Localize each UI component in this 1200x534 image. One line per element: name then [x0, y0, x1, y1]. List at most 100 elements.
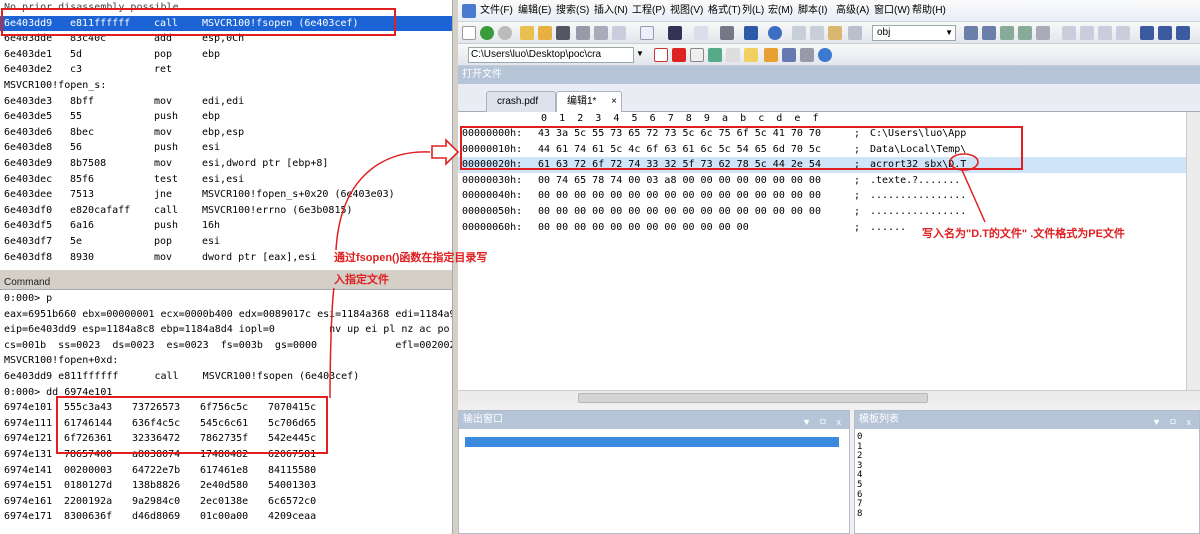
- chevron-down-icon[interactable]: ▼: [636, 49, 644, 58]
- columns-icon[interactable]: [694, 26, 708, 40]
- menu-item[interactable]: 视图(V): [670, 0, 703, 22]
- menu-bar: 文件(F) 编辑(E) 搜索(S) 插入(N) 工程(P) 视图(V) 格式(T) 列(L) 宏…: [458, 0, 1200, 22]
- menu-item[interactable]: 搜索(S): [556, 0, 589, 22]
- operands: MSVCR100!errno (6e3b0815): [202, 204, 353, 216]
- browser-icon[interactable]: [818, 48, 832, 62]
- disasm-label[interactable]: MSVCR100!fopen_s:: [0, 78, 452, 94]
- disasm-row[interactable]: 6e403de5 55 push ebp: [0, 109, 452, 125]
- menu-item[interactable]: 工程(P): [632, 0, 665, 22]
- menu-item[interactable]: 窗口(W): [874, 0, 910, 22]
- hex-row[interactable]: 00000050h: 00 00 00 00 00 00 00 00 00 00 …: [458, 204, 1186, 220]
- disasm-row[interactable]: 6e403de8 56 push esi: [0, 140, 452, 156]
- menu-item[interactable]: 列(L): [742, 0, 764, 22]
- disasm-row[interactable]: 6e403dec 85f6 test esi,esi: [0, 172, 452, 188]
- menu-item[interactable]: 帮助(H): [912, 0, 946, 22]
- align-right-icon[interactable]: [1098, 26, 1112, 40]
- list-icon[interactable]: [720, 26, 734, 40]
- new-file-icon[interactable]: [462, 26, 476, 40]
- disasm-row[interactable]: 6e403df5 6a16 push 16h: [0, 218, 452, 234]
- chevron-down-icon[interactable]: ▼: [945, 26, 953, 40]
- clipboard-icon[interactable]: [848, 26, 862, 40]
- window-cascade-icon[interactable]: [1176, 26, 1190, 40]
- hex-row[interactable]: 00000040h: 00 00 00 00 00 00 00 00 00 00 …: [458, 188, 1186, 204]
- disasm-row[interactable]: 6e403de2 c3 ret: [0, 62, 452, 78]
- opcode-bytes: 7513: [70, 189, 95, 201]
- bulb-icon[interactable]: [726, 48, 740, 62]
- align-left-icon[interactable]: [1062, 26, 1076, 40]
- find-prev-icon[interactable]: [1000, 26, 1014, 40]
- replace-icon[interactable]: [982, 26, 996, 40]
- pin-icon[interactable]: ㅁ: [1169, 413, 1177, 431]
- vertical-scrollbar[interactable]: [1186, 112, 1200, 390]
- globe-icon[interactable]: [768, 26, 782, 40]
- wordwrap-icon[interactable]: [744, 26, 758, 40]
- dump-dword: 6c6572c0: [268, 495, 317, 507]
- window-split-icon[interactable]: [1158, 26, 1172, 40]
- menu-item[interactable]: 插入(N): [594, 0, 628, 22]
- disasm-row[interactable]: 6e403de6 8bec mov ebp,esp: [0, 125, 452, 141]
- find-next-icon[interactable]: [1018, 26, 1032, 40]
- operands: 16h: [202, 220, 221, 232]
- tab-edit1[interactable]: 编辑1* ×: [556, 91, 622, 112]
- path-field[interactable]: C:\Users\luo\Desktop\poc\cra: [468, 47, 634, 63]
- back-icon[interactable]: [480, 26, 494, 40]
- hex-row[interactable]: 00000030h: 00 74 65 78 74 00 03 a8 00 00 …: [458, 173, 1186, 189]
- yahoo-icon[interactable]: [672, 48, 686, 62]
- horizontal-scrollbar[interactable]: [458, 390, 1200, 404]
- google-icon[interactable]: [654, 48, 668, 62]
- template-panel-header: 模板列表 ▼ ㅁ x: [855, 411, 1199, 429]
- dump-address: 6974e161: [4, 495, 53, 507]
- disasm-row[interactable]: 6e403de9 8b7508 mov esi,dword ptr [ebp+8]: [0, 156, 452, 172]
- forward-icon[interactable]: [498, 26, 512, 40]
- bookmark-icon[interactable]: [1036, 26, 1050, 40]
- note-icon[interactable]: [744, 48, 758, 62]
- menu-item[interactable]: 编辑(E): [518, 0, 551, 22]
- chevron-down-icon[interactable]: ▼: [802, 413, 811, 431]
- find-icon[interactable]: [612, 26, 626, 40]
- chevron-down-icon[interactable]: ▼: [1152, 413, 1161, 431]
- cut-icon[interactable]: [792, 26, 806, 40]
- menu-item[interactable]: 脚本(I): [798, 0, 827, 22]
- open-folder-icon[interactable]: [520, 26, 534, 40]
- mnemonic: call: [154, 204, 179, 216]
- disasm-row[interactable]: 6e403de1 5d pop ebp: [0, 47, 452, 63]
- close-icon[interactable]: x: [1187, 413, 1192, 431]
- search-combo[interactable]: obj ▼: [872, 25, 956, 41]
- hex-ascii: ................: [870, 205, 967, 217]
- close-icon[interactable]: x: [837, 413, 842, 431]
- dump-row: 6974e141 00200003 64722e7b 617461e8 84115580: [0, 463, 452, 479]
- window-tile-icon[interactable]: [1140, 26, 1154, 40]
- wikipedia-icon[interactable]: [690, 48, 704, 62]
- pin-icon[interactable]: ㅁ: [819, 413, 827, 431]
- address: 6e403de6: [4, 126, 53, 138]
- disasm-row[interactable]: 6e403df0 e820cafaff call MSVCR100!errno (6e…: [0, 203, 452, 219]
- tab-crash-pdf[interactable]: crash.pdf: [486, 91, 556, 112]
- disassembly-pane: No prior disassembly possible 6e403dd9 e8…: [0, 0, 452, 270]
- tool-icon[interactable]: [708, 48, 722, 62]
- document-icon[interactable]: [640, 26, 654, 40]
- print-icon[interactable]: [576, 26, 590, 40]
- close-icon[interactable]: ×: [611, 92, 617, 112]
- disasm-row[interactable]: 6e403de3 8bff mov edi,edi: [0, 94, 452, 110]
- n-icon[interactable]: [764, 48, 778, 62]
- menu-item[interactable]: 高级(A): [836, 0, 869, 22]
- find-in-files-icon[interactable]: [964, 26, 978, 40]
- hex-mode-icon[interactable]: [668, 26, 682, 40]
- indent-icon[interactable]: [1116, 26, 1130, 40]
- save-icon[interactable]: [556, 26, 570, 40]
- scroll-thumb[interactable]: [578, 393, 928, 403]
- code-icon[interactable]: [800, 48, 814, 62]
- align-center-icon[interactable]: [1080, 26, 1094, 40]
- paste-icon[interactable]: [828, 26, 842, 40]
- copy-icon[interactable]: [810, 26, 824, 40]
- menu-item[interactable]: 宏(M): [768, 0, 793, 22]
- disasm-row[interactable]: 6e403df7 5e pop esi: [0, 234, 452, 250]
- open-icon[interactable]: [538, 26, 552, 40]
- mnemonic: push: [154, 111, 179, 123]
- php-icon[interactable]: [782, 48, 796, 62]
- preview-icon[interactable]: [594, 26, 608, 40]
- menu-item[interactable]: 格式(T): [708, 0, 741, 22]
- menu-item[interactable]: 文件(F): [480, 0, 513, 22]
- mnemonic: push: [154, 142, 179, 154]
- disasm-row[interactable]: 6e403dee 7513 jne MSVCR100!fopen_s+0x20 (6e…: [0, 187, 452, 203]
